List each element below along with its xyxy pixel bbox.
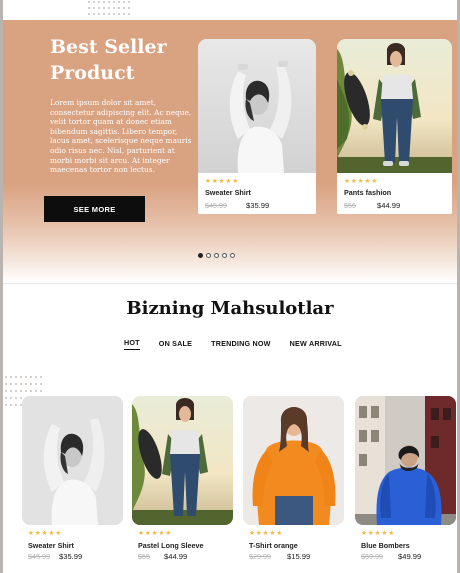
product-info: ★★★★★ Pants fashion $55 $44.99 xyxy=(337,173,452,214)
product-photo xyxy=(243,396,344,525)
star-icon: ★ xyxy=(144,530,152,537)
product-price: $35.99 xyxy=(59,552,83,561)
product-price: $15.99 xyxy=(287,552,311,561)
product-photo xyxy=(198,39,316,173)
carousel-dot-icon[interactable] xyxy=(222,253,227,258)
star-icon: ★ xyxy=(138,530,145,537)
carousel-dot-icon[interactable] xyxy=(206,253,211,258)
star-icon: ★ xyxy=(34,530,42,537)
product-old-price: $45.99 xyxy=(205,201,227,210)
hero-title-line1: Best Seller xyxy=(50,36,167,58)
star-icon: ★ xyxy=(255,530,263,537)
star-icon: ★ xyxy=(344,178,351,185)
hero-product-card[interactable]: ★★★★★ Pants fashion $55 $44.99 xyxy=(337,39,452,214)
section-title: Bizning Mahsulotlar xyxy=(126,298,334,319)
rating-stars: ★★★★★ xyxy=(205,177,239,185)
star-icon: ★ xyxy=(55,530,63,537)
star-icon: ★ xyxy=(361,530,368,537)
decorative-dot-grid-top xyxy=(88,1,130,15)
rating-stars: ★★★★★ xyxy=(344,177,378,185)
product-card[interactable]: ★★★★★ T-Shirt orange $29.99 $15.99 xyxy=(243,396,344,566)
product-card[interactable]: ★★★★★ Sweater Shirt $45.99 $35.99 xyxy=(22,396,123,566)
rating-stars: ★★★★★ xyxy=(249,529,283,537)
product-card[interactable]: ★★★★★ Blue Bombers $69.99 $49.99 xyxy=(355,396,456,566)
product-old-price: $55 xyxy=(344,201,356,210)
see-more-button[interactable]: SEE MORE xyxy=(44,196,145,222)
product-name: Sweater Shirt xyxy=(205,188,251,197)
product-photo xyxy=(22,396,123,525)
product-price: $35.99 xyxy=(246,201,270,210)
rating-stars: ★★★★★ xyxy=(138,529,172,537)
tab-new-arrival[interactable]: NEW ARRIVAL xyxy=(290,338,342,350)
product-photo xyxy=(132,396,233,525)
product-info: ★★★★★ Sweater Shirt $45.99 $35.99 xyxy=(198,173,316,214)
tab-on-sale[interactable]: ON SALE xyxy=(159,338,192,350)
product-photo xyxy=(355,396,456,525)
product-name: Sweater Shirt xyxy=(28,541,74,550)
product-card[interactable]: ★★★★★ Pastel Long Sleeve $55 $44.99 xyxy=(132,396,233,566)
carousel-dot-icon[interactable] xyxy=(230,253,235,258)
product-price: $49.99 xyxy=(398,552,422,561)
star-icon: ★ xyxy=(388,530,396,537)
star-icon: ★ xyxy=(249,530,256,537)
product-tabs: HOT ON SALE TRENDING NOW NEW ARRIVAL xyxy=(124,338,342,350)
product-name: T-Shirt orange xyxy=(249,541,298,550)
carousel-indicators xyxy=(198,253,235,258)
hero-banner: Best Seller Product Lorem ipsum dolor si… xyxy=(3,20,457,283)
tab-trending-now[interactable]: TRENDING NOW xyxy=(211,338,271,350)
product-name: Pants fashion xyxy=(344,188,392,197)
product-name: Blue Bombers xyxy=(361,541,410,550)
star-icon: ★ xyxy=(367,530,375,537)
tab-hot[interactable]: HOT xyxy=(124,338,140,350)
star-icon: ★ xyxy=(350,178,358,185)
hero-title: Best Seller Product xyxy=(50,34,200,86)
product-price: $44.99 xyxy=(377,201,401,210)
star-icon: ★ xyxy=(276,530,284,537)
star-icon: ★ xyxy=(28,530,35,537)
star-icon: ★ xyxy=(165,530,173,537)
product-price: $44.99 xyxy=(164,552,188,561)
product-name: Pastel Long Sleeve xyxy=(138,541,204,550)
star-icon: ★ xyxy=(205,178,212,185)
product-old-price: $69.99 xyxy=(361,552,383,561)
star-icon: ★ xyxy=(232,178,240,185)
carousel-dot-icon[interactable] xyxy=(214,253,219,258)
product-photo xyxy=(337,39,452,173)
star-icon: ★ xyxy=(371,178,379,185)
star-icon: ★ xyxy=(211,178,219,185)
rating-stars: ★★★★★ xyxy=(28,529,62,537)
hero-product-card[interactable]: ★★★★★ Sweater Shirt $45.99 $35.99 xyxy=(198,39,316,214)
hero-title-line2: Product xyxy=(50,62,135,84)
product-old-price: $55 xyxy=(138,552,150,561)
product-old-price: $29.99 xyxy=(249,552,271,561)
section-divider xyxy=(3,283,457,284)
product-old-price: $45.99 xyxy=(28,552,50,561)
hero-description: Lorem ipsum dolor sit amet, consectetur … xyxy=(50,98,192,175)
rating-stars: ★★★★★ xyxy=(361,529,395,537)
carousel-dot-icon[interactable] xyxy=(198,253,203,258)
